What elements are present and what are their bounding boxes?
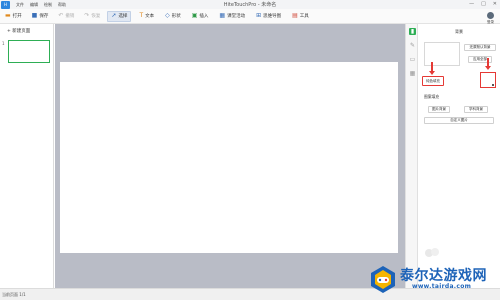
undo-icon: ↶ (58, 12, 64, 19)
new-page-button[interactable]: + 新建页面 (7, 28, 30, 34)
subject-background-button[interactable]: 学科背景 (464, 106, 488, 113)
shape-icon: ◇ (165, 12, 170, 19)
undo-button[interactable]: ↶ 撤销 (55, 11, 77, 22)
window-title: HiteTouchPro - 未命名 (223, 2, 277, 8)
save-label: 保存 (39, 14, 49, 19)
toolbox-icon: ▤ (292, 12, 298, 19)
side-icon-strip: ▮ ✎ ▭ ▦ (405, 24, 418, 288)
image-background-button[interactable]: 图片背景 (428, 106, 450, 113)
open-button[interactable]: ▬ 打开 (2, 11, 25, 22)
watermark-title: 泰尔达游戏网 (400, 268, 487, 284)
text-icon: T (139, 12, 144, 19)
cursor-icon: ➚ (111, 12, 117, 19)
mindmap-button[interactable]: ⊞ 思维导图 (253, 11, 284, 22)
activity-icon: ▦ (219, 12, 226, 19)
pure-color-fill-button[interactable]: 纯色填充 (422, 76, 444, 86)
save-icon: ■ (31, 12, 38, 19)
insert-icon: ▣ (191, 12, 198, 19)
bubble-decoration-icon (425, 248, 439, 257)
brush-icon[interactable]: ✎ (409, 42, 416, 49)
page-list-panel: + 新建页面 1 (0, 24, 54, 288)
color-picker-swatch[interactable] (480, 72, 496, 88)
folder-icon: ▬ (5, 12, 11, 19)
grid-icon[interactable]: ▦ (409, 70, 416, 77)
classroom-activity-label: 课堂活动 (227, 14, 246, 19)
background-preview (424, 42, 460, 66)
page-status: 当前页面 1/1 (2, 292, 26, 297)
menu-bar: H 文件 编辑 绘制 帮助 HiteTouchPro - 未命名 — □ ✕ (0, 0, 500, 9)
menu-file[interactable]: 文件 (16, 2, 24, 8)
menu-draw[interactable]: 绘制 (44, 2, 52, 8)
insert-label: 插入 (199, 14, 209, 19)
text-button[interactable]: T 文本 (136, 11, 157, 22)
canvas-area (55, 24, 405, 288)
app-logo-icon: H (1, 0, 10, 9)
window-controls: — □ ✕ (469, 1, 497, 7)
maximize-button[interactable]: □ (481, 1, 486, 7)
watermark: 泰尔达游戏网 www.tairda.com (368, 262, 500, 300)
save-icon[interactable]: ▭ (409, 56, 416, 63)
avatar (487, 12, 494, 19)
red-arrow-annotation (429, 62, 435, 75)
tools-button[interactable]: ▤ 工具 (289, 11, 312, 22)
text-label: 文本 (145, 14, 155, 19)
toolbar: ▬ 打开 ■ 保存 ↶ 撤销 ↷ 恢复 ➚ 选择 T 文本 ◇ 形状 ▣ 插入 … (0, 9, 500, 24)
page-number: 1 (2, 41, 5, 46)
pattern-fill-label: 图案填充 (424, 94, 440, 99)
red-arrow-annotation (485, 58, 491, 70)
open-label: 打开 (12, 14, 22, 19)
select-button[interactable]: ➚ 选择 (107, 10, 132, 22)
undo-label: 撤销 (65, 14, 75, 19)
page-bg-icon[interactable]: ▮ (409, 28, 416, 35)
shape-button[interactable]: ◇ 形状 (162, 11, 184, 22)
tools-label: 工具 (299, 14, 309, 19)
gamepad-logo-icon (371, 266, 395, 293)
page-thumbnail[interactable] (8, 40, 50, 63)
select-label: 选择 (118, 14, 128, 19)
restore-default-bg-button[interactable]: 还原默认背景 (464, 44, 496, 51)
slide-canvas[interactable] (60, 62, 398, 253)
redo-button[interactable]: ↷ 恢复 (81, 11, 103, 22)
close-button[interactable]: ✕ (493, 1, 497, 7)
menu-help[interactable]: 帮助 (58, 2, 66, 8)
insert-button[interactable]: ▣ 插入 (189, 11, 212, 22)
save-button[interactable]: ■ 保存 (29, 11, 52, 22)
minimize-button[interactable]: — (469, 1, 474, 7)
mindmap-icon: ⊞ (256, 12, 262, 19)
classroom-activity-button[interactable]: ▦ 课堂活动 (216, 11, 248, 22)
panel-title: 背景 (455, 29, 463, 34)
mindmap-label: 思维导图 (263, 14, 282, 19)
swatch-corner-icon (492, 84, 494, 86)
redo-icon: ↷ (84, 12, 90, 19)
redo-label: 恢复 (91, 14, 101, 19)
shape-label: 形状 (171, 14, 181, 19)
menu-edit[interactable]: 编辑 (30, 2, 38, 8)
custom-image-button[interactable]: 自定义图片 (424, 117, 494, 124)
watermark-url: www.tairda.com (412, 283, 472, 290)
